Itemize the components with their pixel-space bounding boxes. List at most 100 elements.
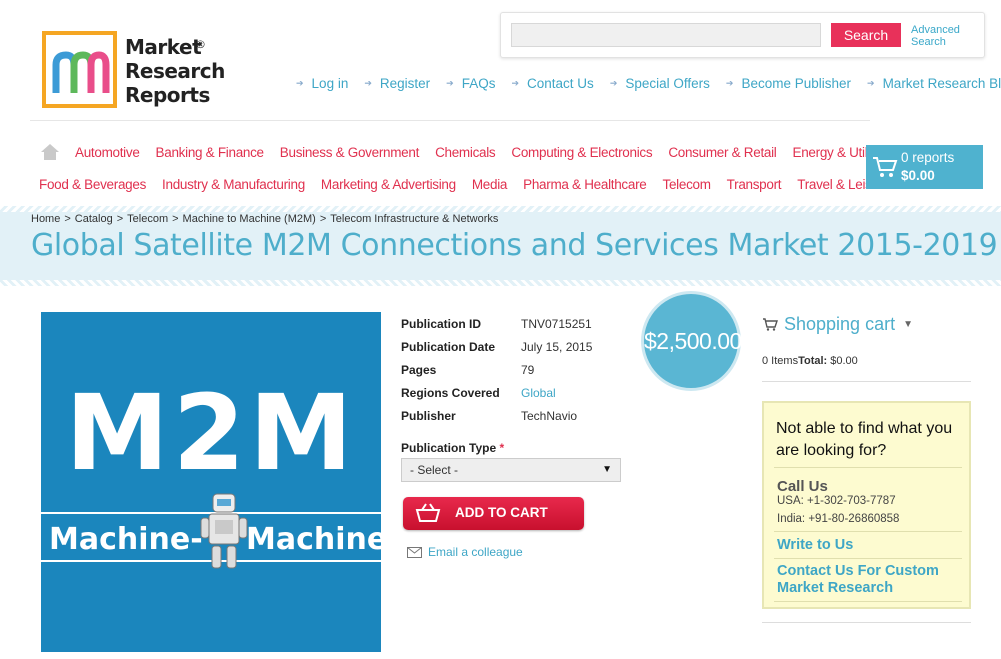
logo-text: Market Research Reports ® xyxy=(125,35,225,107)
publication-type-select[interactable]: - Select - ▼ xyxy=(401,458,621,482)
breadcrumb: Home > Catalog > Telecom > Machine to Machi… xyxy=(31,213,499,225)
top-link-login[interactable]: ➔ Log in xyxy=(296,76,348,91)
chevron-down-icon: ▼ xyxy=(903,319,913,330)
arrow-icon: ➔ xyxy=(446,78,454,88)
cart-total: $0.00 xyxy=(901,168,935,183)
add-to-cart-label: ADD TO CART xyxy=(455,505,548,520)
detail-value-regions-link[interactable]: Global xyxy=(521,386,556,400)
arrow-icon: ➔ xyxy=(867,78,875,88)
category-row-1: Automotive Banking & Finance Business & … xyxy=(75,145,906,160)
category-chemicals[interactable]: Chemicals xyxy=(435,145,496,160)
search-input[interactable] xyxy=(511,23,821,47)
required-marker: * xyxy=(499,441,505,455)
detail-label: Publication Date xyxy=(401,339,496,354)
category-industry[interactable]: Industry & Manufacturing xyxy=(162,177,305,192)
shopping-cart-summary: 0 ItemsTotal: $0.00 xyxy=(762,355,858,367)
detail-value-pub-id: TNV0715251 xyxy=(521,316,592,331)
add-to-cart-button[interactable]: ADD TO CART xyxy=(403,497,584,530)
detail-label: Regions Covered xyxy=(401,385,500,400)
email-colleague-link[interactable]: Email a colleague xyxy=(407,545,523,559)
arrow-icon: ➔ xyxy=(725,78,734,88)
top-link-label: FAQs xyxy=(461,76,496,91)
help-divider xyxy=(774,558,962,559)
publication-type-text: Publication Type xyxy=(401,441,497,455)
search-button[interactable]: Search xyxy=(831,23,901,47)
detail-label: Publisher xyxy=(401,408,456,423)
advanced-search-line2: Search xyxy=(911,36,946,48)
arrow-icon: ➔ xyxy=(609,78,618,88)
logo-mark xyxy=(42,31,117,108)
top-link-register[interactable]: ➔ Register xyxy=(364,76,430,91)
cart-total-value: $0.00 xyxy=(830,355,858,367)
breadcrumb-infrastructure[interactable]: Telecom Infrastructure & Networks xyxy=(330,213,498,225)
header-cart[interactable]: 0 reports $0.00 xyxy=(866,145,983,189)
top-link-label: Register xyxy=(379,76,431,91)
product-image: M2M Machine- Machine xyxy=(41,312,381,652)
breadcrumb-catalog[interactable]: Catalog xyxy=(75,213,113,225)
logo-m-icon xyxy=(52,51,110,93)
arrow-icon: ➔ xyxy=(296,78,304,88)
cart-icon xyxy=(763,318,778,331)
cart-icon xyxy=(873,157,898,177)
top-link-offers[interactable]: ➔ Special Offers xyxy=(610,76,710,91)
category-consumer[interactable]: Consumer & Retail xyxy=(668,145,777,160)
product-image-left-text: Machine- xyxy=(49,522,203,557)
shopping-cart-header[interactable]: Shopping cart ▼ xyxy=(762,314,913,335)
help-divider xyxy=(774,531,962,532)
category-computing[interactable]: Computing & Electronics xyxy=(511,145,652,160)
detail-row-regions: Regions Covered Global xyxy=(401,381,592,404)
logo-line-reports: Reports xyxy=(125,83,210,107)
advanced-search-line1: Advanced xyxy=(911,24,960,36)
top-link-faqs[interactable]: ➔ FAQs xyxy=(446,76,495,91)
call-us-heading: Call Us xyxy=(777,478,828,495)
product-image-right-text: Machine xyxy=(246,522,381,557)
top-link-label: Contact Us xyxy=(527,76,594,91)
advanced-search-link[interactable]: Advanced Search xyxy=(911,24,960,48)
registered-mark: ® xyxy=(195,38,206,51)
help-divider xyxy=(774,467,962,468)
publication-type-selected: - Select - xyxy=(410,463,459,477)
top-link-blog[interactable]: ➔ Market Research Blog xyxy=(867,76,1001,91)
cart-items-count: 0 Items xyxy=(762,355,799,367)
product-details: Publication ID TNV0715251 Publication Dat… xyxy=(401,312,592,427)
category-transport[interactable]: Transport xyxy=(727,177,782,192)
detail-row-pub-date: Publication Date July 15, 2015 xyxy=(401,335,592,358)
category-automotive[interactable]: Automotive xyxy=(75,145,140,160)
product-image-m2m-text: M2M xyxy=(65,372,357,494)
site-logo[interactable]: Market Research Reports ® xyxy=(42,31,225,111)
detail-label: Publication ID xyxy=(401,316,482,331)
category-marketing[interactable]: Marketing & Advertising xyxy=(321,177,456,192)
phone-india: India: +91-80-26860858 xyxy=(777,513,900,525)
detail-row-pub-id: Publication ID TNV0715251 xyxy=(401,312,592,335)
category-media[interactable]: Media xyxy=(472,177,508,192)
price-badge: $2,500.00 xyxy=(641,291,742,391)
category-food[interactable]: Food & Beverages xyxy=(39,177,146,192)
custom-research-link[interactable]: Contact Us For Custom Market Research xyxy=(777,563,967,597)
detail-value-publisher: TechNavio xyxy=(521,408,578,423)
arrow-icon: ➔ xyxy=(364,78,372,88)
write-to-us-link[interactable]: Write to Us xyxy=(777,537,967,554)
detail-row-publisher: Publisher TechNavio xyxy=(401,404,592,427)
category-business[interactable]: Business & Government xyxy=(280,145,420,160)
banner-edge-top xyxy=(0,206,1001,212)
breadcrumb-m2m[interactable]: Machine to Machine (M2M) xyxy=(183,213,316,225)
top-link-publisher[interactable]: ➔ Become Publisher xyxy=(726,76,851,91)
breadcrumb-telecom[interactable]: Telecom xyxy=(127,213,168,225)
envelope-icon xyxy=(407,546,422,558)
category-banking[interactable]: Banking & Finance xyxy=(156,145,265,160)
breadcrumb-home[interactable]: Home xyxy=(31,213,60,225)
logo-line-research: Research xyxy=(125,59,225,83)
title-banner: Home > Catalog > Telecom > Machine to Machi… xyxy=(0,206,1001,286)
category-pharma[interactable]: Pharma & Healthcare xyxy=(523,177,647,192)
robot-icon xyxy=(200,493,248,569)
page-title: Global Satellite M2M Connections and Ser… xyxy=(31,228,998,263)
detail-value-pages: 79 xyxy=(521,362,535,377)
top-link-contact[interactable]: ➔ Contact Us xyxy=(511,76,593,91)
banner-edge-bottom xyxy=(0,280,1001,286)
shopping-cart-title: Shopping cart xyxy=(784,314,896,334)
sidebar-bottom-divider xyxy=(762,622,971,623)
publication-type-label: Publication Type * xyxy=(401,441,504,455)
home-icon[interactable] xyxy=(40,143,60,166)
category-telecom[interactable]: Telecom xyxy=(663,177,711,192)
basket-icon xyxy=(415,503,441,522)
